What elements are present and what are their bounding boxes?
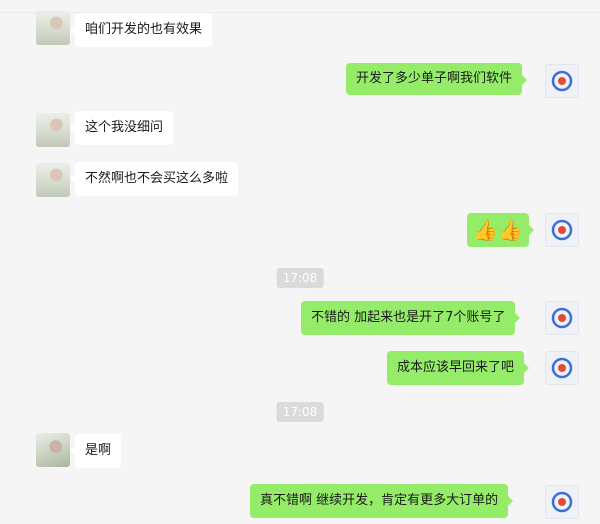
message-bubble-incoming[interactable]: 这个我没细问	[69, 111, 174, 145]
message-bubble-outgoing[interactable]: 真不错啊 继续开发，肯定有更多大订单的	[250, 484, 514, 518]
logo-ring-icon	[551, 491, 573, 513]
message-bubble-incoming[interactable]: 不然啊也不会买这么多啦	[69, 162, 239, 196]
timestamp: 17:08	[276, 402, 324, 422]
self-avatar[interactable]	[545, 213, 579, 247]
timestamp: 17:08	[276, 268, 324, 288]
thumbs-up-emoji: 👍👍	[473, 218, 523, 242]
logo-ring-icon	[551, 357, 573, 379]
logo-ring-icon	[551, 307, 573, 329]
message-bubble-outgoing[interactable]: 成本应该早回来了吧	[387, 351, 530, 385]
message-bubble-outgoing[interactable]: 不错的 加起来也是开了7个账号了	[301, 301, 521, 335]
contact-avatar[interactable]	[36, 433, 70, 467]
contact-avatar[interactable]	[36, 163, 70, 197]
message-bubble-incoming[interactable]: 是啊	[69, 434, 122, 468]
message-bubble-outgoing[interactable]: 开发了多少单子啊我们软件	[346, 63, 528, 95]
self-avatar[interactable]	[545, 351, 579, 385]
contact-avatar[interactable]	[36, 11, 70, 45]
logo-ring-icon	[551, 219, 573, 241]
logo-ring-icon	[551, 70, 573, 92]
self-avatar[interactable]	[545, 485, 579, 519]
self-avatar[interactable]	[545, 301, 579, 335]
self-avatar[interactable]	[545, 64, 579, 98]
contact-avatar[interactable]	[36, 113, 70, 147]
message-bubble-incoming[interactable]: 咱们开发的也有效果	[69, 13, 213, 47]
message-bubble-outgoing[interactable]: 👍👍	[467, 213, 534, 247]
